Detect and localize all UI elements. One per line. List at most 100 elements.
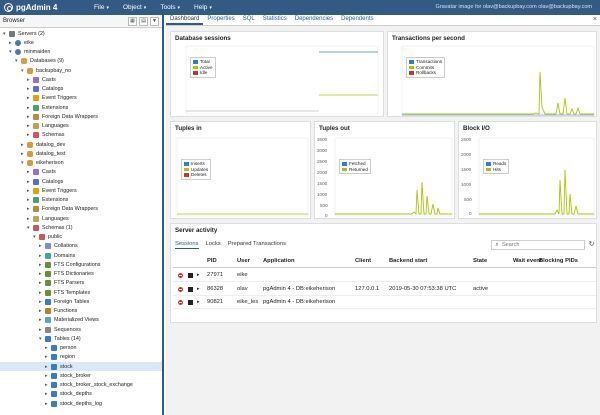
- tree-node[interactable]: ▸ stock_broker_stock_exchange: [0, 381, 162, 390]
- tree-node[interactable]: ▾ Databases (9): [0, 57, 162, 66]
- tree-node[interactable]: ▸ stock_depths: [0, 390, 162, 399]
- tree-node-label: person: [60, 345, 77, 351]
- column-header[interactable]: Application: [263, 255, 295, 268]
- cancel-query-icon[interactable]: [178, 300, 183, 305]
- tree-node[interactable]: ▸ FTS Parsers: [0, 279, 162, 288]
- tab-dashboard[interactable]: Dashboard: [166, 14, 204, 25]
- column-header[interactable]: Backend start: [389, 255, 427, 268]
- domain-icon: [45, 252, 51, 259]
- tree-node[interactable]: ▸ region: [0, 353, 162, 362]
- app-logo[interactable]: pgAdmin 4: [0, 3, 80, 12]
- tree-node[interactable]: ▾ Servers (2): [0, 29, 162, 38]
- subtab-locks[interactable]: Locks: [206, 241, 221, 249]
- tuples-in-panel: Tuples in Inserts Updates Deletes: [170, 121, 311, 219]
- tree-node[interactable]: ▸ person: [0, 344, 162, 353]
- tree-node[interactable]: ▸ Languages: [0, 214, 162, 223]
- tuples-in-legend: Inserts Updates Deletes: [181, 159, 212, 180]
- filter-button[interactable]: ▼: [150, 16, 159, 26]
- tree-node[interactable]: ▸ Foreign Data Wrappers: [0, 112, 162, 121]
- tree-node[interactable]: ▸ stock: [0, 362, 162, 371]
- table-icon: [51, 363, 57, 370]
- tree-node[interactable]: ▸ datalog_test: [0, 149, 162, 158]
- y-tick-label: 500: [464, 197, 472, 202]
- func-icon: [45, 308, 51, 314]
- tree-node[interactable]: ▸ eike: [0, 38, 162, 47]
- tree-node-label: stock: [60, 363, 73, 370]
- tree-node[interactable]: ▸ Foreign Tables: [0, 297, 162, 306]
- tree-node[interactable]: ▸ datalog_dev: [0, 140, 162, 149]
- tree-node[interactable]: ▸ Functions: [0, 307, 162, 316]
- column-header[interactable]: Wait event: [513, 255, 542, 268]
- tree-node[interactable]: ▸ Extensions: [0, 196, 162, 205]
- tree-node[interactable]: ▸ stock_broker: [0, 371, 162, 380]
- tab-dependents[interactable]: Dependents: [337, 14, 377, 25]
- view-data-button[interactable]: ▤: [139, 16, 148, 26]
- cancel-query-icon[interactable]: [178, 286, 183, 292]
- terminate-session-icon[interactable]: [188, 300, 193, 305]
- tree-node[interactable]: ▾ Tables (14): [0, 334, 162, 343]
- tree-node[interactable]: ▾ eikeherison: [0, 159, 162, 168]
- column-header[interactable]: Client: [355, 255, 371, 268]
- column-header[interactable]: PID: [207, 255, 217, 268]
- db-icon: [27, 67, 33, 74]
- lang-icon: [33, 215, 39, 222]
- column-header[interactable]: Blocking PIDs: [539, 255, 578, 268]
- expand-row-icon[interactable]: ▸: [197, 296, 200, 309]
- tree-node[interactable]: ▸ Catalogs: [0, 177, 162, 186]
- menu-tools[interactable]: Tools ▾: [160, 4, 180, 11]
- tab-sql[interactable]: SQL: [239, 14, 259, 25]
- table-icon: [51, 382, 57, 388]
- tree-node[interactable]: ▸ Event Triggers: [0, 94, 162, 103]
- tree-node-label: Servers (2): [18, 30, 45, 37]
- tree-node[interactable]: ▸ FTS Configurations: [0, 260, 162, 269]
- tree-node[interactable]: ▸ Catalogs: [0, 85, 162, 94]
- tree-node[interactable]: ▸ FTS Dictionaries: [0, 270, 162, 279]
- table-icon: [51, 354, 57, 361]
- trigger-icon: [33, 187, 39, 194]
- tree-node[interactable]: ▸ Domains: [0, 251, 162, 260]
- table-cell: 86328: [207, 285, 224, 292]
- tree-node[interactable]: ▸ Materialized Views: [0, 316, 162, 325]
- tree-node[interactable]: ▸ Casts: [0, 168, 162, 177]
- menu-help[interactable]: Help ▾: [194, 4, 212, 11]
- query-tool-button[interactable]: ▦: [128, 16, 137, 26]
- expand-row-icon[interactable]: ▸: [197, 269, 200, 282]
- tree-node[interactable]: ▸ Event Triggers: [0, 186, 162, 195]
- tree-node[interactable]: ▾ public: [0, 233, 162, 242]
- subtab-prepared-transactions[interactable]: Prepared Transactions: [228, 241, 286, 249]
- close-icon[interactable]: ×: [593, 16, 597, 23]
- subtab-sessions[interactable]: Sessions: [175, 241, 199, 249]
- column-header[interactable]: State: [473, 255, 487, 268]
- tab-properties[interactable]: Properties: [203, 14, 238, 25]
- tree-node[interactable]: ▸ stock_depths_log: [0, 399, 162, 408]
- refresh-icon[interactable]: ↻: [587, 240, 596, 250]
- tree-node[interactable]: ▾ minmaiden: [0, 48, 162, 57]
- tree-node-label: Languages: [42, 123, 69, 129]
- tree-node-label: datalog_dev: [36, 141, 66, 148]
- column-header[interactable]: User: [237, 255, 250, 268]
- menu-object[interactable]: Object ▾: [123, 4, 146, 11]
- table-cell: 27971: [207, 272, 224, 278]
- expand-row-icon[interactable]: ▸: [197, 283, 200, 296]
- terminate-session-icon[interactable]: [188, 286, 193, 292]
- tree-node[interactable]: ▾ backupbay_no: [0, 66, 162, 75]
- tree-node[interactable]: ▸ Sequences: [0, 325, 162, 334]
- tab-statistics[interactable]: Statistics: [259, 14, 291, 25]
- tree-node[interactable]: ▸ Schemas: [0, 131, 162, 140]
- tree-node[interactable]: ▸ Collations: [0, 242, 162, 251]
- tree-node[interactable]: ▸ Languages: [0, 122, 162, 131]
- y-tick-label: 500: [320, 203, 328, 208]
- tree-node[interactable]: ▾ Schemas (1): [0, 223, 162, 232]
- tab-dependencies[interactable]: Dependencies: [291, 14, 337, 25]
- tree-node[interactable]: ▸ Casts: [0, 75, 162, 84]
- cancel-query-icon[interactable]: [178, 273, 183, 278]
- menu-file[interactable]: File ▾: [94, 4, 109, 11]
- tree-node[interactable]: ▸ FTS Templates: [0, 288, 162, 297]
- activity-search-input[interactable]: [502, 242, 584, 248]
- tree-node-label: datalog_test: [36, 150, 66, 157]
- tree-node[interactable]: ▸ Extensions: [0, 103, 162, 112]
- tree-node[interactable]: ▸ Foreign Data Wrappers: [0, 205, 162, 214]
- legend-item: Deletes: [184, 172, 208, 178]
- terminate-session-icon[interactable]: [188, 273, 193, 278]
- user-menu[interactable]: Gravatar image for olav@backupbay.com ol…: [436, 4, 592, 10]
